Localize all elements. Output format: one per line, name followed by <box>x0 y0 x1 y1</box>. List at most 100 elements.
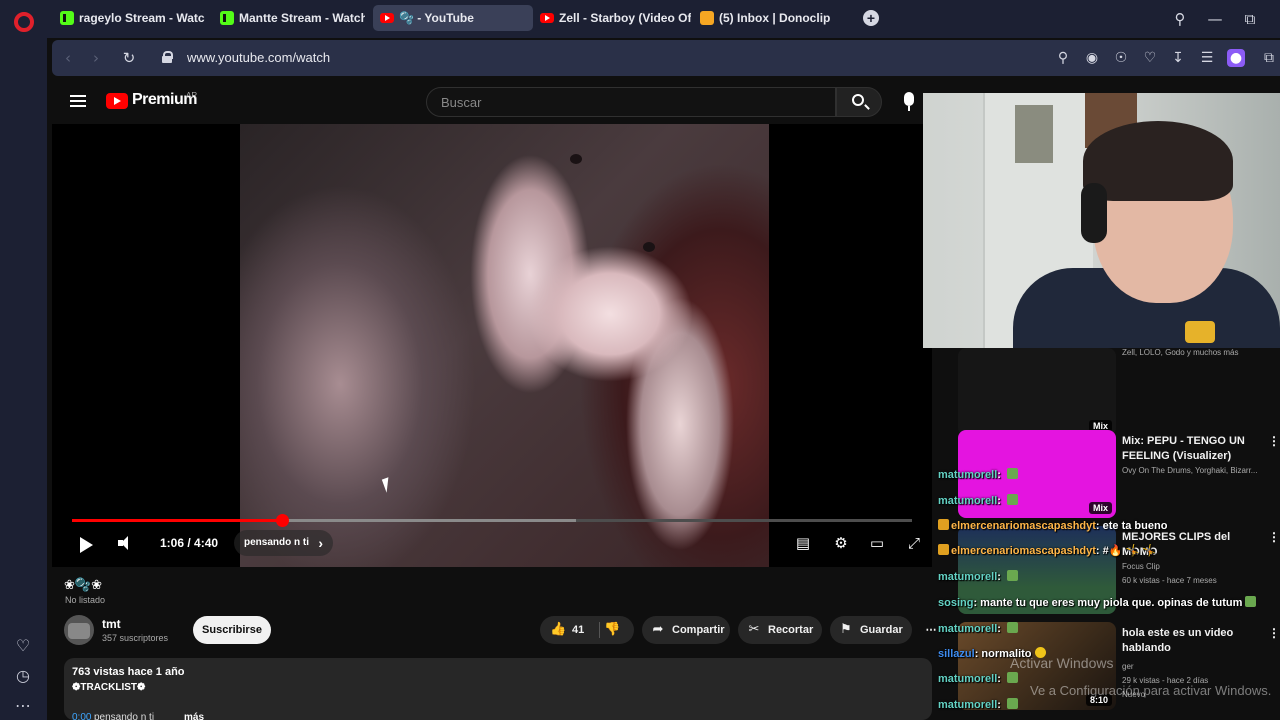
subscribe-button[interactable]: Suscribirse <box>193 616 271 644</box>
chapter-button[interactable]: pensando n ti <box>234 530 333 556</box>
profile-icon[interactable]: ● <box>1227 49 1245 67</box>
search-box <box>426 87 836 117</box>
chat-text: : #🔥 🤸 🤸 <box>1095 545 1156 557</box>
subtitles-icon[interactable]: ▤ <box>793 534 813 552</box>
chat-text: : <box>997 495 1005 507</box>
menu-icon[interactable]: ☰ <box>1198 49 1216 67</box>
kick-icon <box>220 11 234 25</box>
back-arrow-icon[interactable]: ‹ <box>58 48 78 68</box>
kick-icon <box>60 11 74 25</box>
tab-rageylo[interactable]: rageylo Stream - Watch Li <box>53 5 205 31</box>
forward-arrow-icon[interactable]: › <box>86 48 106 68</box>
share-button[interactable]: ➦ Compartir <box>642 616 730 644</box>
opera-logo-icon[interactable] <box>14 12 34 32</box>
search-icon <box>852 94 864 106</box>
search-input[interactable] <box>427 88 835 116</box>
hamburger-menu-icon[interactable] <box>70 95 86 107</box>
clip-button[interactable]: ✂ Recortar <box>738 616 822 644</box>
chat-badge-icon <box>938 544 949 555</box>
chat-message: sosing: mante tu que eres muy piola que.… <box>938 596 1257 609</box>
chat-message: matumorell: <box>938 672 1019 685</box>
chat-username[interactable]: matumorell <box>938 673 997 685</box>
chat-username[interactable]: elmercenariomascapashdyt <box>951 545 1096 557</box>
opera-sidebar: ♡ ◷ ⋯ <box>0 0 47 720</box>
divider <box>599 622 600 638</box>
channel-name[interactable]: tmt <box>102 617 121 631</box>
share-label: Compartir <box>672 624 725 636</box>
windows-activation-title: Activar Windows <box>1010 655 1114 671</box>
tab-donoclip[interactable]: (5) Inbox | Donoclip <box>693 5 853 31</box>
new-tab-plus-icon[interactable]: + <box>863 10 879 26</box>
chat-message: matumorell: <box>938 622 1019 635</box>
history-clock-icon[interactable]: ◷ <box>13 666 33 686</box>
youtube-logo-icon[interactable] <box>106 93 128 109</box>
tab-zell-starboy[interactable]: Zell - Starboy (Video Ofici <box>533 5 691 31</box>
tab-youtube-active[interactable]: 🫧 - YouTube <box>373 5 533 31</box>
donoclip-icon <box>700 11 714 25</box>
camera-icon[interactable]: ◉ <box>1083 49 1101 67</box>
save-button[interactable]: ⚑ Guardar <box>830 616 912 644</box>
show-more-link[interactable]: más <box>184 712 204 720</box>
extension-icon[interactable]: ⧉ <box>1260 49 1278 67</box>
description-box[interactable]: 763 vistas hace 1 año ❁TRACKLIST❁ 0:00 p… <box>64 658 932 720</box>
more-dots-icon[interactable]: ⋯ <box>13 696 33 716</box>
chat-username[interactable]: sillazul <box>938 648 975 660</box>
like-count[interactable]: 41 <box>572 624 584 636</box>
progress-bar[interactable] <box>72 514 912 527</box>
search-button[interactable] <box>836 87 882 117</box>
microphone-icon[interactable] <box>904 92 914 111</box>
progress-fill <box>72 519 282 522</box>
chat-username[interactable]: matumorell <box>938 469 997 481</box>
chat-text: : <box>997 699 1005 711</box>
chat-emote-icon <box>1007 570 1019 581</box>
restore-icon[interactable]: ⧉ <box>1240 9 1260 29</box>
url-text[interactable]: www.youtube.com/watch <box>187 50 330 65</box>
dislike-icon[interactable]: 👎 <box>604 616 620 644</box>
settings-gear-icon[interactable]: ⚙ <box>831 534 851 552</box>
fullscreen-icon[interactable]: ⤢ <box>904 534 924 552</box>
youtube-icon <box>380 13 394 23</box>
video-image-detail <box>570 154 582 164</box>
channel-avatar[interactable] <box>64 615 94 645</box>
bookmark-icon: ⚑ <box>840 622 852 637</box>
video-title: ❀🫧❀ <box>64 578 102 593</box>
minimize-icon[interactable]: — <box>1205 9 1225 29</box>
reload-icon[interactable]: ↻ <box>119 48 139 68</box>
search-tabs-icon[interactable]: ⚲ <box>1170 9 1190 29</box>
time-display: 1:06 / 4:40 <box>160 536 219 550</box>
screen: ♡ ◷ ⋯ rageylo Stream - Watch Li Mantte S… <box>0 0 1280 720</box>
chat-username[interactable]: sosing <box>938 597 973 609</box>
tab-label: 🫧 - YouTube <box>399 11 474 25</box>
chat-username[interactable]: matumorell <box>938 699 997 711</box>
timestamp-link[interactable]: 0:00 <box>72 712 91 720</box>
progress-handle[interactable] <box>276 514 289 527</box>
tab-label: (5) Inbox | Donoclip <box>719 11 831 25</box>
chat-message: matumorell: <box>938 570 1019 583</box>
youtube-icon <box>540 13 554 23</box>
more-options-icon[interactable]: ⋮ <box>1268 434 1280 448</box>
chat-text: : <box>997 623 1005 635</box>
chat-username[interactable]: matumorell <box>938 571 997 583</box>
chat-text: : <box>997 673 1005 685</box>
heart-icon[interactable]: ♡ <box>13 636 33 656</box>
download-icon[interactable]: ↧ <box>1169 49 1187 67</box>
video-frame-image <box>240 124 769 567</box>
chat-text: : ete ta bueno <box>1095 520 1168 532</box>
chat-emote-icon <box>1007 494 1019 505</box>
description-stats: 763 vistas hace 1 año <box>72 666 185 678</box>
theater-mode-icon[interactable]: ▭ <box>867 534 887 552</box>
scissors-icon: ✂ <box>748 622 760 637</box>
like-icon[interactable]: 👍 <box>550 616 566 644</box>
volume-icon[interactable] <box>118 535 134 551</box>
chat-username[interactable]: matumorell <box>938 495 997 507</box>
shield-icon[interactable]: ☉ <box>1112 49 1130 67</box>
tab-mantte[interactable]: Mantte Stream - Watch Li <box>213 5 365 31</box>
play-icon[interactable] <box>80 537 93 553</box>
video-thumbnail[interactable]: Mix <box>958 348 1116 436</box>
chat-username[interactable]: matumorell <box>938 623 997 635</box>
heart-outline-icon[interactable]: ♡ <box>1141 49 1159 67</box>
lens-search-icon[interactable]: ⚲ <box>1054 49 1072 67</box>
chat-text: : <box>997 469 1005 481</box>
chat-username[interactable]: elmercenariomascapashdyt <box>951 520 1096 532</box>
video-player[interactable]: 1:06 / 4:40 pensando n ti ▤ ⚙ ▭ ⤢ <box>52 124 932 567</box>
